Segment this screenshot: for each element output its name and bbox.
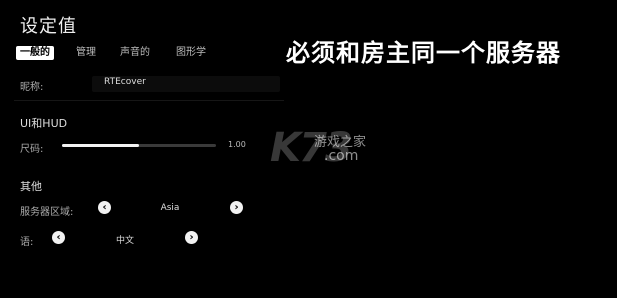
chevron-right-icon: ›: [234, 202, 239, 213]
nickname-field[interactable]: RTEcover: [92, 76, 280, 92]
ui-hud-heading: UI和HUD: [20, 117, 68, 130]
language-label: 语:: [20, 237, 34, 248]
tab-general[interactable]: 一般的: [16, 46, 54, 60]
nickname-value: RTEcover: [104, 77, 146, 87]
language-value: 中文: [115, 236, 134, 246]
divider: [14, 100, 284, 101]
server-next-button[interactable]: ›: [230, 201, 243, 214]
tab-graphics[interactable]: 图形学: [176, 46, 206, 60]
watermark-domain: .com: [324, 148, 359, 164]
language-next-button[interactable]: ›: [185, 231, 198, 244]
size-slider[interactable]: [62, 144, 216, 147]
nickname-label: 昵称:: [20, 82, 44, 93]
size-label: 尺码:: [20, 144, 44, 155]
server-prev-button[interactable]: ‹: [98, 201, 111, 214]
server-notice: 必须和房主同一个服务器: [286, 39, 561, 67]
size-slider-fill: [62, 144, 139, 147]
size-value: 1.00: [228, 140, 246, 149]
server-region-value: Asia: [160, 203, 180, 213]
chevron-left-icon: ‹: [102, 202, 107, 213]
chevron-left-icon: ‹: [56, 232, 61, 243]
k73-watermark: K73 游戏之家 .com: [270, 126, 400, 176]
server-region-label: 服务器区域:: [20, 207, 74, 218]
other-heading: 其他: [20, 180, 42, 193]
tab-management[interactable]: 管理: [76, 46, 96, 60]
page-title: 设定值: [20, 16, 77, 37]
tab-audio[interactable]: 声音的: [120, 46, 150, 60]
language-prev-button[interactable]: ‹: [52, 231, 65, 244]
chevron-right-icon: ›: [189, 232, 194, 243]
